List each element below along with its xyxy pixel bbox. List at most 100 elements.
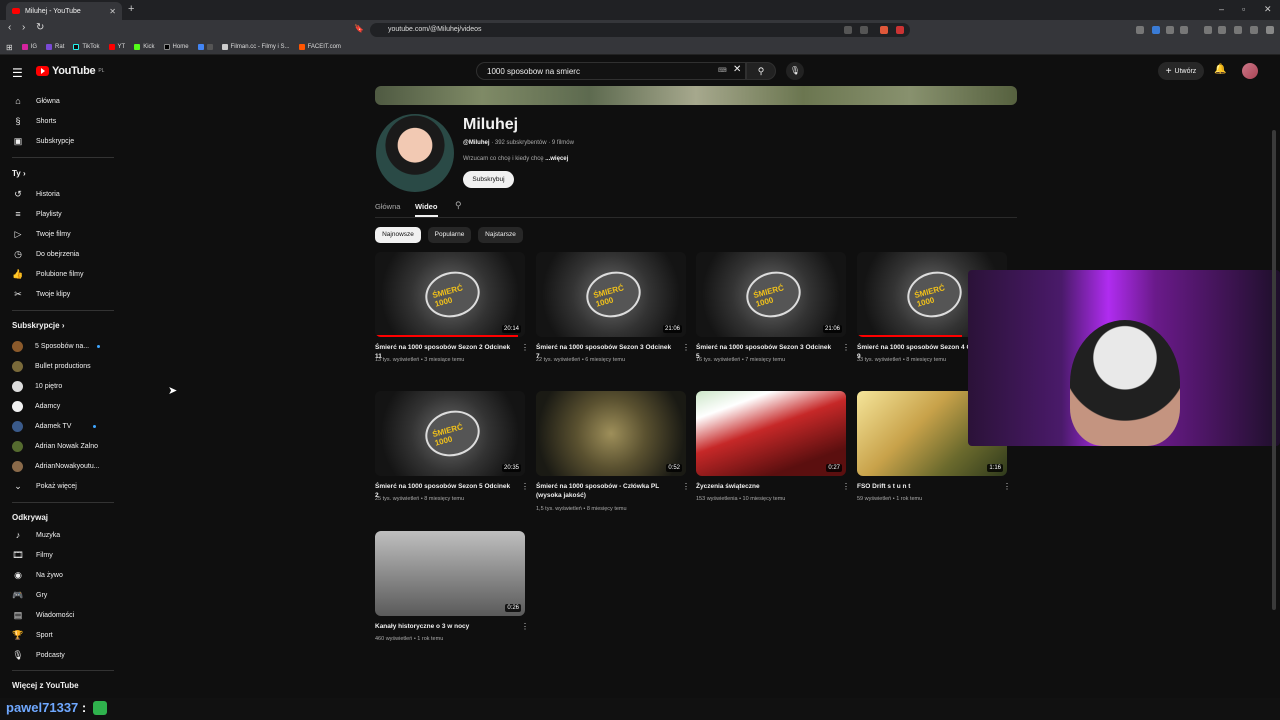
video-thumbnail[interactable]: 20:14 bbox=[375, 252, 525, 337]
sidebar-toggle-icon[interactable] bbox=[1204, 26, 1212, 34]
bookmark-ig[interactable]: IG bbox=[21, 44, 37, 50]
notifications-bell-icon[interactable]: 🔔 bbox=[1214, 64, 1226, 75]
more-options-icon[interactable]: ⋮ bbox=[682, 482, 690, 491]
page-scrollbar[interactable] bbox=[1272, 130, 1276, 610]
bookmark-icon[interactable]: 🔖 bbox=[354, 24, 364, 33]
sidebar-channel[interactable]: Adamek TV bbox=[12, 419, 97, 433]
sidebar-item-shorts[interactable]: § Shorts bbox=[12, 114, 56, 128]
hamburger-menu-icon[interactable]: ☰ bbox=[12, 66, 23, 80]
sidebar-item-clips[interactable]: ✂ Twoje klipy bbox=[12, 287, 70, 301]
sidebar-show-more[interactable]: ⌄ Pokaż więcej bbox=[12, 479, 77, 493]
video-card[interactable]: 20:35Śmierć na 1000 sposobów Sezon 5 Odc… bbox=[375, 391, 530, 516]
subscribe-button[interactable]: Subskrybuj bbox=[463, 171, 514, 188]
voice-search-button[interactable]: 🎙 bbox=[786, 62, 804, 80]
video-card[interactable]: 20:14Śmierć na 1000 sposobów Sezon 2 Odc… bbox=[375, 252, 530, 377]
url-field[interactable]: youtube.com/@Miluhej/videos bbox=[370, 23, 910, 37]
wallet-icon[interactable] bbox=[1250, 26, 1258, 34]
sidebar-item-movies[interactable]: 🎞 Filmy bbox=[12, 548, 52, 562]
bookmark-faceit[interactable]: FACEIT.com bbox=[298, 44, 341, 50]
bookmark-filman[interactable]: Filman.cc - Filmy i S... bbox=[221, 44, 290, 50]
search-button[interactable]: ⚲ bbox=[746, 62, 776, 80]
sidebar-item-podcasts[interactable]: 🎙 Podcasty bbox=[12, 648, 65, 662]
video-thumbnail[interactable]: 21:06 bbox=[696, 252, 846, 337]
sidebar-channel[interactable]: 5 Sposobów na... bbox=[12, 339, 101, 353]
video-thumbnail[interactable]: 20:35 bbox=[375, 391, 525, 476]
video-thumbnail[interactable]: 0:52 bbox=[536, 391, 686, 476]
more-options-icon[interactable]: ⋮ bbox=[521, 622, 529, 631]
video-title[interactable]: Śmierć na 1000 sposobów - Człówka PL (wy… bbox=[536, 482, 676, 500]
video-card[interactable]: 21:06Śmierć na 1000 sposobów Sezon 3 Odc… bbox=[536, 252, 691, 377]
bookmark-tiktok[interactable]: TikTok bbox=[73, 44, 100, 50]
menu-icon[interactable] bbox=[1266, 26, 1274, 34]
extension-icon[interactable] bbox=[844, 26, 852, 34]
back-icon[interactable]: ‹ bbox=[8, 22, 11, 33]
sidebar-item-music[interactable]: ♪ Muzyka bbox=[12, 528, 60, 542]
chip-newest[interactable]: Najnowsze bbox=[375, 227, 421, 243]
sidebar-item-gaming[interactable]: 🎮 Gry bbox=[12, 588, 47, 602]
sidebar-item-subscriptions[interactable]: ▣ Subskrypcje bbox=[12, 134, 74, 148]
maximize-icon[interactable]: ▫ bbox=[1242, 4, 1245, 14]
keyboard-icon[interactable]: ⌨ bbox=[718, 67, 727, 74]
bookmark-yt[interactable]: YT bbox=[108, 44, 125, 50]
extension-icon[interactable] bbox=[1166, 26, 1174, 34]
clear-search-icon[interactable]: ✕ bbox=[733, 64, 741, 75]
bookmark-translate[interactable] bbox=[197, 44, 213, 50]
video-title[interactable]: Kanały historyczne o 3 w nocy bbox=[375, 622, 515, 631]
apps-icon[interactable]: ⊞ bbox=[6, 43, 13, 52]
sidebar-item-sport[interactable]: 🏆 Sport bbox=[12, 628, 52, 642]
more-options-icon[interactable]: ⋮ bbox=[521, 343, 529, 352]
search-input[interactable]: 1000 sposobow na smierc bbox=[476, 62, 746, 80]
sidebar-channel[interactable]: Adamcy bbox=[12, 399, 60, 413]
close-tab-icon[interactable]: ✕ bbox=[109, 7, 116, 16]
more-options-icon[interactable]: ⋮ bbox=[682, 343, 690, 352]
sidebar-item-home[interactable]: ⌂ Główna bbox=[12, 94, 59, 108]
extension-icon[interactable] bbox=[1234, 26, 1242, 34]
sidebar-subs-header[interactable]: Subskrypcje › bbox=[12, 321, 64, 330]
browser-tab[interactable]: Miluhej - YouTube ✕ bbox=[6, 2, 122, 20]
extension-icon[interactable] bbox=[1136, 26, 1144, 34]
channel-search-icon[interactable]: ⚲ bbox=[455, 200, 462, 211]
sidebar-item-liked[interactable]: 👍 Polubione filmy bbox=[12, 267, 83, 281]
sidebar-you-header[interactable]: Ty › bbox=[12, 169, 26, 178]
reload-icon[interactable]: ↻ bbox=[36, 22, 44, 33]
share-icon[interactable] bbox=[860, 26, 868, 34]
forward-icon[interactable]: › bbox=[22, 22, 25, 33]
sidebar-item-your-videos[interactable]: ▷ Twoje filmy bbox=[12, 227, 71, 241]
video-card[interactable]: 0:27 Życzenia świąteczne 153 wyświetlenia … bbox=[696, 391, 851, 516]
account-avatar[interactable] bbox=[1242, 63, 1258, 79]
sidebar-item-live[interactable]: ◉ Na żywo bbox=[12, 568, 63, 582]
sidebar-channel[interactable]: Bullet productions bbox=[12, 359, 91, 373]
video-card[interactable]: 0:26 Kanały historyczne o 3 w nocy 460 wyś… bbox=[375, 531, 530, 656]
video-thumbnail[interactable]: 0:26 bbox=[375, 531, 525, 616]
video-thumbnail[interactable]: 0:27 bbox=[696, 391, 846, 476]
sidebar-item-watch-later[interactable]: ◷ Do obejrzenia bbox=[12, 247, 79, 261]
more-options-icon[interactable]: ⋮ bbox=[842, 482, 850, 491]
sidebar-channel[interactable]: AdrianNowakyoutu... bbox=[12, 459, 100, 473]
create-button[interactable]: + Utwórz bbox=[1158, 62, 1204, 80]
sidebar-channel[interactable]: 10 piętro bbox=[12, 379, 62, 393]
close-window-icon[interactable]: ✕ bbox=[1264, 4, 1272, 15]
extension-icon[interactable] bbox=[1152, 26, 1160, 34]
sidebar-item-history[interactable]: ↺ Historia bbox=[12, 187, 60, 201]
sidebar-channel[interactable]: Adrian Nowak Zalno bbox=[12, 439, 98, 453]
sidebar-item-news[interactable]: ▤ Wiadomości bbox=[12, 608, 74, 622]
video-card[interactable]: 21:06Śmierć na 1000 sposobów Sezon 3 Odc… bbox=[696, 252, 851, 377]
youtube-logo[interactable]: YouTube PL bbox=[36, 65, 104, 77]
extension-icon[interactable] bbox=[1180, 26, 1188, 34]
video-thumbnail[interactable]: 21:06 bbox=[536, 252, 686, 337]
bookmark-rat[interactable]: Rat bbox=[46, 44, 64, 50]
new-tab-icon[interactable]: + bbox=[128, 3, 134, 15]
sidebar-item-playlists[interactable]: ≡ Playlisty bbox=[12, 207, 61, 221]
video-card[interactable]: 0:52 Śmierć na 1000 sposobów - Człówka PL… bbox=[536, 391, 691, 516]
tab-videos[interactable]: Wideo bbox=[415, 202, 437, 211]
description-more-link[interactable]: ...więcej bbox=[545, 156, 568, 162]
channel-description[interactable]: Wrzucam co chcę i kiedy chcę ...więcej bbox=[463, 156, 568, 162]
chip-popular[interactable]: Popularne bbox=[428, 227, 471, 243]
brave-shield-icon[interactable] bbox=[880, 26, 888, 34]
tab-home[interactable]: Główna bbox=[375, 202, 400, 211]
minimize-icon[interactable]: – bbox=[1219, 4, 1224, 14]
more-options-icon[interactable]: ⋮ bbox=[1003, 482, 1011, 491]
extension-icon[interactable] bbox=[1218, 26, 1226, 34]
video-title[interactable]: FSO Drift s t u n t bbox=[857, 482, 997, 491]
more-options-icon[interactable]: ⋮ bbox=[521, 482, 529, 491]
